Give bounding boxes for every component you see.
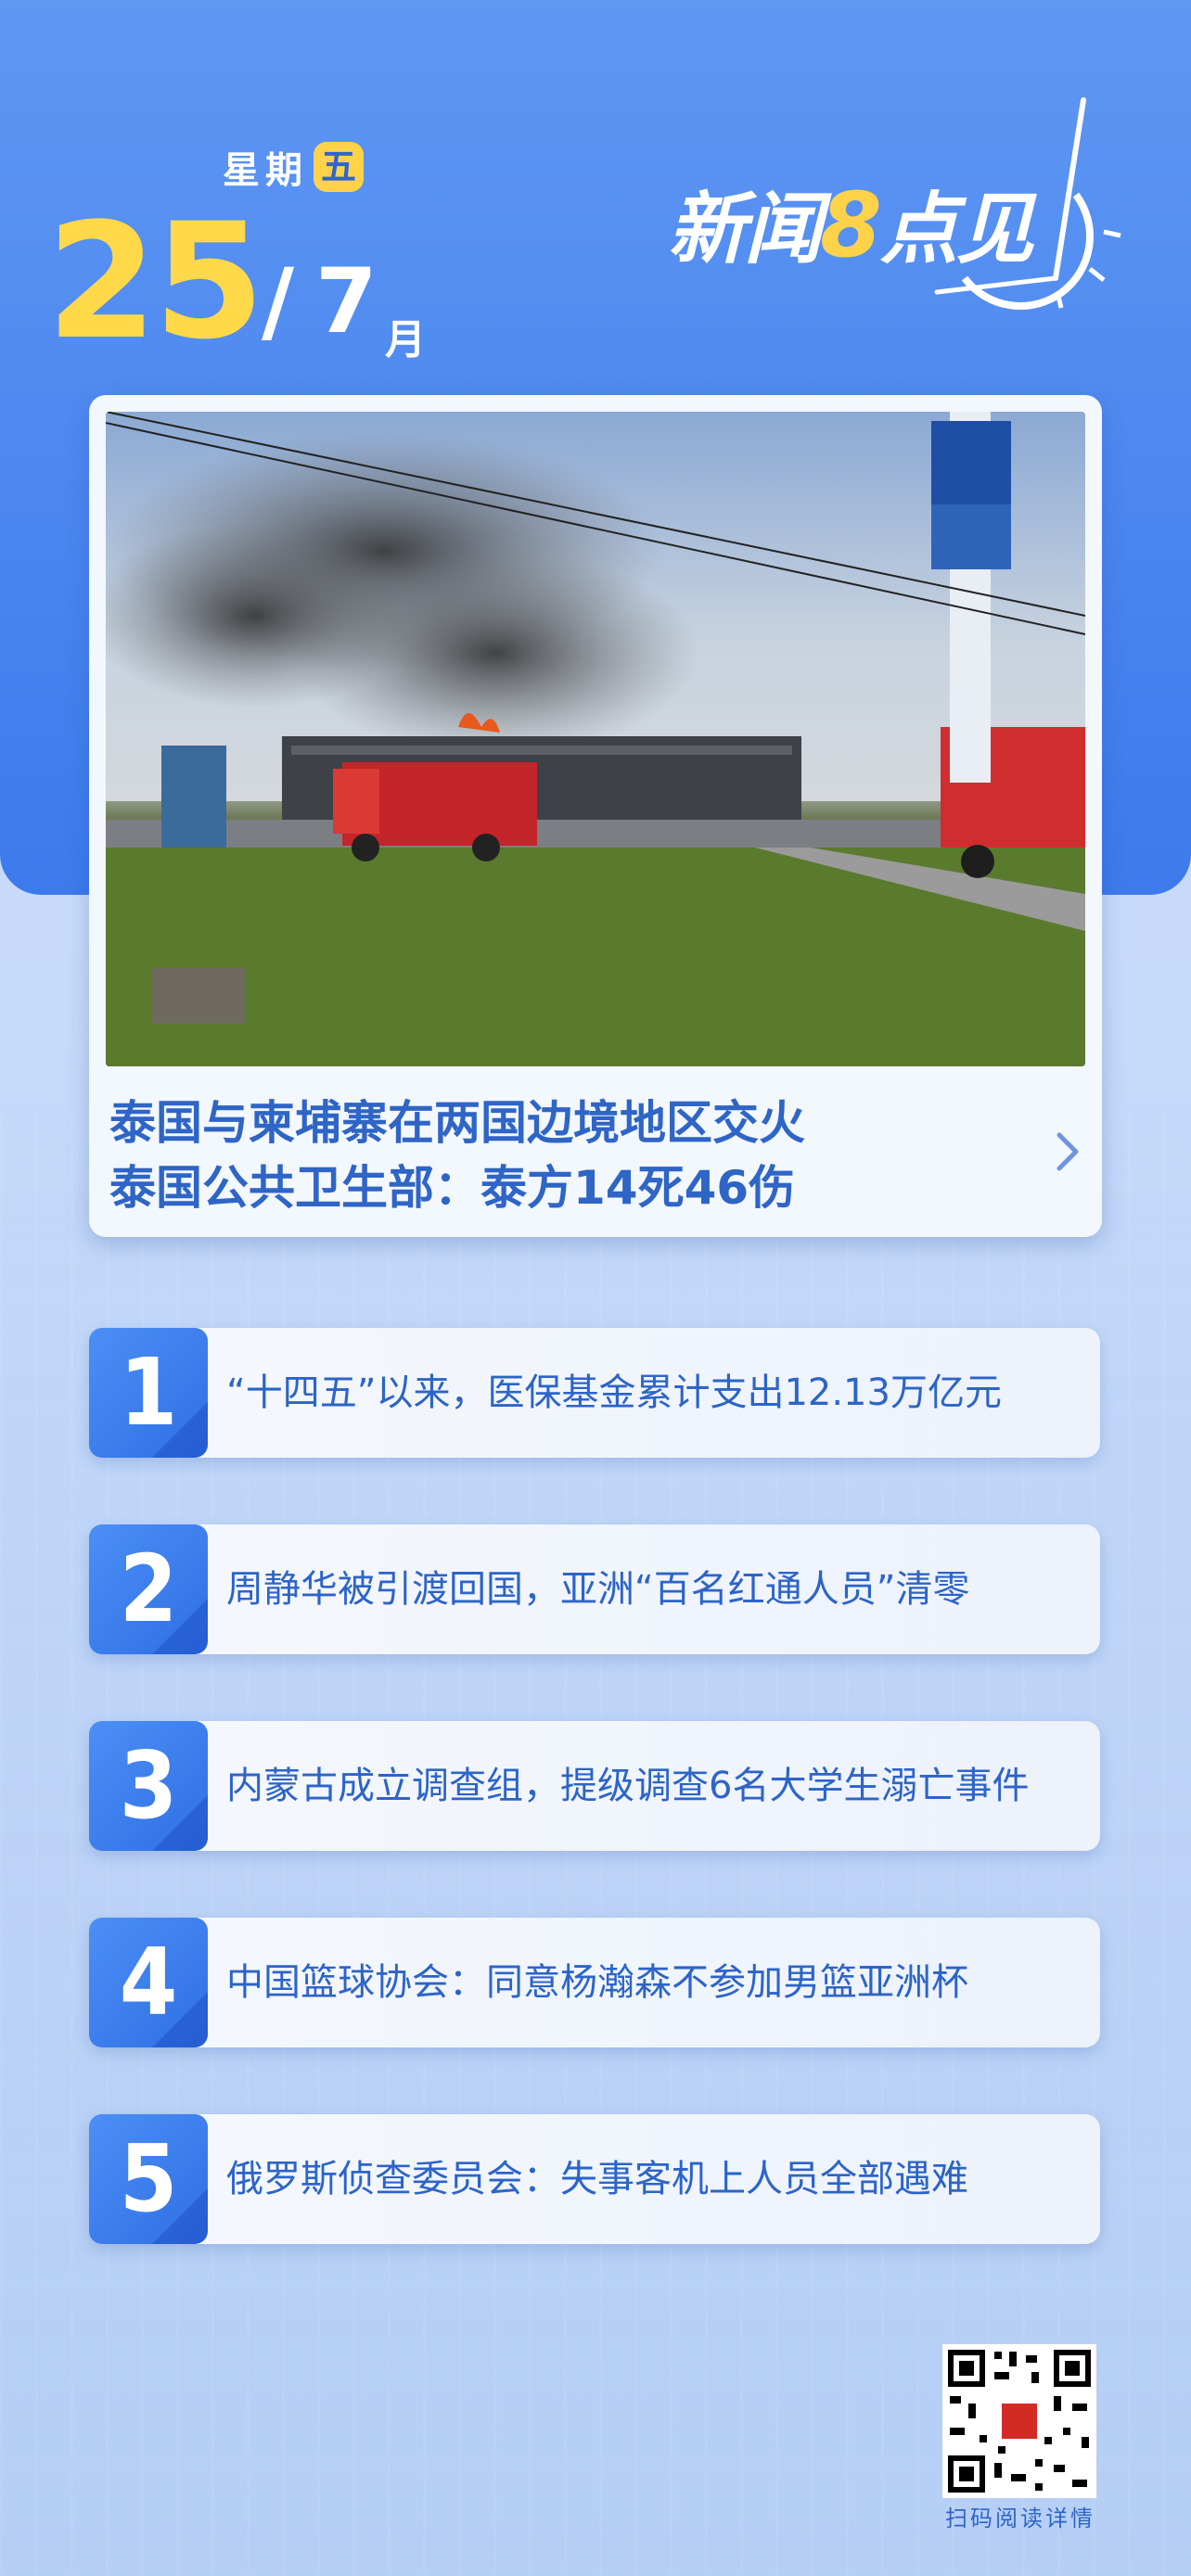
qr-label: 扫码阅读详情 [945, 2506, 1095, 2531]
date-day: 25 [46, 188, 264, 375]
brand-logo: 新闻8点见 [668, 93, 1150, 315]
date-month-unit: 月 [385, 316, 426, 363]
weekday-prefix: 星期 [223, 149, 308, 192]
item-number: 1 [89, 1328, 208, 1458]
qr-code-image [942, 2344, 1096, 2498]
news-item-1[interactable]: 1 “十四五”以来，医保基金累计支出12.13万亿元 [89, 1328, 1100, 1458]
item-text: 中国篮球协会：同意杨瀚森不参加男篮亚洲杯 [226, 1961, 968, 2004]
logo-text-num: 8 [820, 173, 882, 277]
item-text: “十四五”以来，医保基金累计支出12.13万亿元 [226, 1371, 1002, 1414]
feature-card[interactable]: 泰国与柬埔寨在两国边境地区交火 泰国公共卫生部：泰方14死46伤 [89, 395, 1102, 1237]
feature-title[interactable]: 泰国与柬埔寨在两国边境地区交火 泰国公共卫生部：泰方14死46伤 [109, 1090, 1037, 1220]
item-text: 俄罗斯侦查委员会：失事客机上人员全部遇难 [226, 2158, 968, 2200]
date-month: 7 [315, 249, 378, 353]
chevron-right-icon[interactable] [1054, 1124, 1082, 1180]
news-item-5[interactable]: 5 俄罗斯侦查委员会：失事客机上人员全部遇难 [89, 2114, 1100, 2244]
feature-photo[interactable] [106, 412, 1085, 1066]
item-number: 2 [89, 1524, 208, 1654]
logo-text: 新闻8点见 [668, 167, 1034, 279]
item-text: 周静华被引渡回国，亚洲“百名红通人员”清零 [226, 1568, 970, 1611]
news-item-2[interactable]: 2 周静华被引渡回国，亚洲“百名红通人员”清零 [89, 1524, 1100, 1654]
feature-title-line2: 泰国公共卫生部：泰方14死46伤 [109, 1161, 796, 1215]
fire-scene-image [106, 412, 1085, 1066]
item-number: 3 [89, 1721, 208, 1851]
item-number: 4 [89, 1918, 208, 2047]
logo-text-pre: 新闻 [668, 184, 822, 274]
feature-title-line1: 泰国与柬埔寨在两国边境地区交火 [109, 1096, 805, 1150]
news-item-4[interactable]: 4 中国篮球协会：同意杨瀚森不参加男篮亚洲杯 [89, 1918, 1100, 2047]
qr-code[interactable] [942, 2344, 1096, 2498]
news-item-3[interactable]: 3 内蒙古成立调查组，提级调查6名大学生溺亡事件 [89, 1721, 1100, 1851]
date-slash: / [262, 249, 295, 353]
item-text: 内蒙古成立调查组，提级调查6名大学生溺亡事件 [226, 1765, 1030, 1807]
weekday-badge: 五 [314, 142, 364, 192]
item-number: 5 [89, 2114, 208, 2244]
weekday: 星期 五 [223, 139, 364, 195]
logo-text-post: 点见 [879, 184, 1034, 274]
